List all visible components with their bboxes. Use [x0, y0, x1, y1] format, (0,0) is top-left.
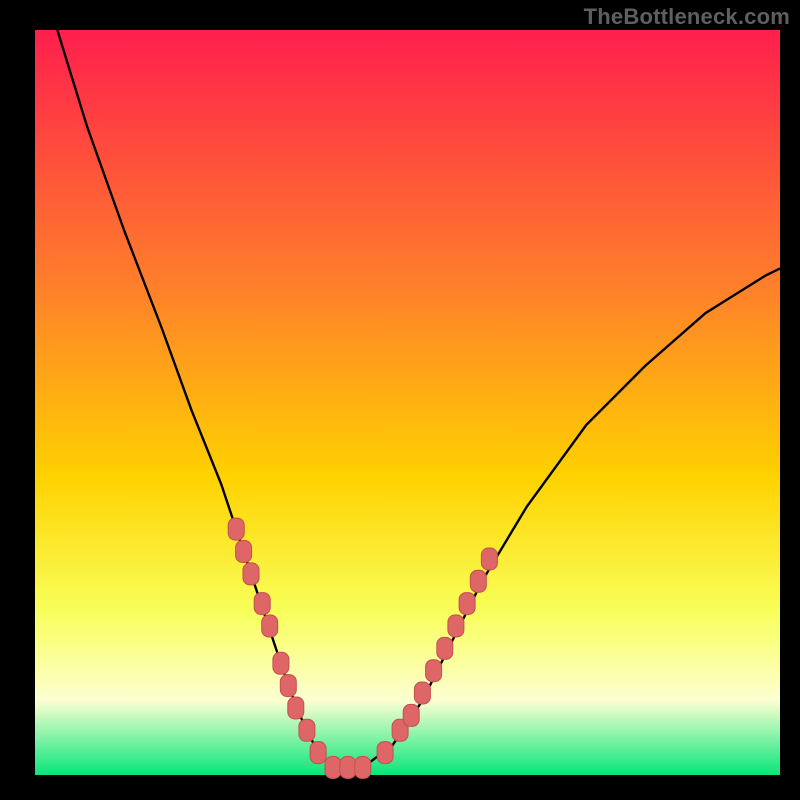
- curve-marker: [280, 675, 296, 697]
- curve-marker: [254, 593, 270, 615]
- curve-marker: [262, 615, 278, 637]
- curve-marker: [243, 563, 259, 585]
- curve-marker: [228, 518, 244, 540]
- curve-marker: [377, 742, 393, 764]
- curve-marker: [437, 637, 453, 659]
- curve-marker: [236, 541, 252, 563]
- curve-marker: [355, 757, 371, 779]
- curve-marker: [325, 757, 341, 779]
- curve-marker: [403, 704, 419, 726]
- curve-marker: [470, 570, 486, 592]
- curve-marker: [340, 757, 356, 779]
- chart-stage: TheBottleneck.com: [0, 0, 800, 800]
- curve-marker: [414, 682, 430, 704]
- curve-marker: [299, 719, 315, 741]
- curve-marker: [481, 548, 497, 570]
- curve-marker: [310, 742, 326, 764]
- curve-marker: [448, 615, 464, 637]
- bottleneck-plot: [0, 0, 800, 800]
- curve-marker: [288, 697, 304, 719]
- curve-marker: [459, 593, 475, 615]
- curve-marker: [273, 652, 289, 674]
- watermark-text: TheBottleneck.com: [584, 4, 790, 30]
- plot-background: [35, 30, 780, 775]
- curve-marker: [426, 660, 442, 682]
